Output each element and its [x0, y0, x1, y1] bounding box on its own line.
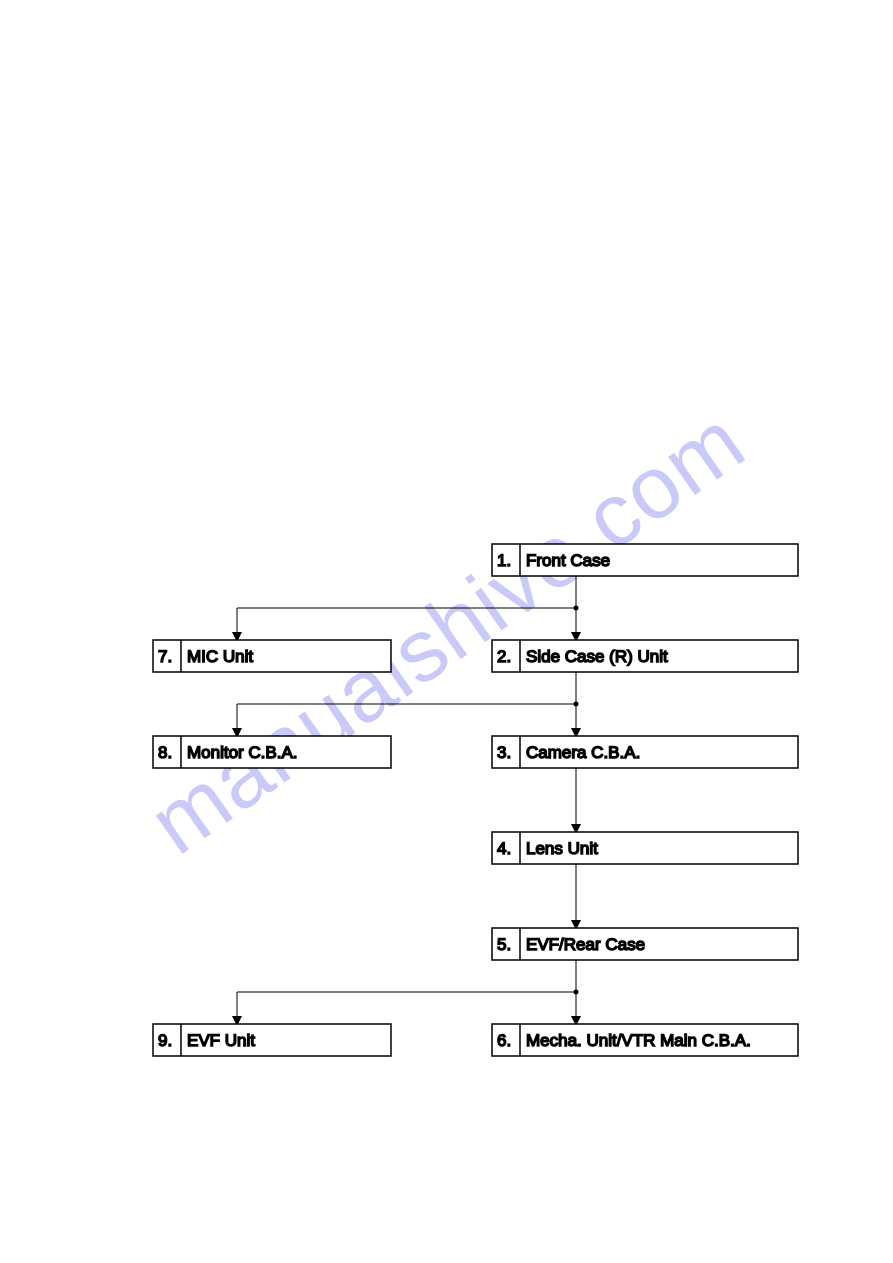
- node-mecha-unit-vtr-main-cba: 6. Mecha. Unit/VTR Main C.B.A.: [492, 1024, 798, 1056]
- node-label: Front Case: [526, 551, 610, 570]
- node-number: 9.: [158, 1031, 172, 1050]
- node-label: Side Case (R) Unit: [526, 647, 668, 666]
- node-label: MIC Unit: [187, 647, 253, 666]
- node-number: 4.: [497, 839, 511, 858]
- node-number: 5.: [497, 935, 511, 954]
- node-label: Mecha. Unit/VTR Main C.B.A.: [526, 1031, 751, 1050]
- node-number: 3.: [497, 743, 511, 762]
- node-side-case-r-unit: 2. Side Case (R) Unit: [492, 640, 798, 672]
- node-label: EVF/Rear Case: [526, 935, 645, 954]
- node-label: EVF Unit: [187, 1031, 255, 1050]
- node-number: 7.: [158, 647, 172, 666]
- node-label: Camera C.B.A.: [526, 743, 640, 762]
- node-label: Lens Unit: [526, 839, 598, 858]
- node-monitor-cba: 8. Monitor C.B.A.: [153, 736, 391, 768]
- page: manualshive.com: [0, 0, 893, 1263]
- node-mic-unit: 7. MIC Unit: [153, 640, 391, 672]
- node-number: 6.: [497, 1031, 511, 1050]
- node-camera-cba: 3. Camera C.B.A.: [492, 736, 798, 768]
- node-number: 2.: [497, 647, 511, 666]
- node-evf-unit: 9. EVF Unit: [153, 1024, 391, 1056]
- flowchart-svg: 1. Front Case 2. Side Case (R) Unit 3. C…: [0, 0, 893, 1263]
- node-label: Monitor C.B.A.: [187, 743, 298, 762]
- node-number: 8.: [158, 743, 172, 762]
- node-lens-unit: 4. Lens Unit: [492, 832, 798, 864]
- node-number: 1.: [497, 551, 511, 570]
- node-evf-rear-case: 5. EVF/Rear Case: [492, 928, 798, 960]
- node-front-case: 1. Front Case: [492, 544, 798, 576]
